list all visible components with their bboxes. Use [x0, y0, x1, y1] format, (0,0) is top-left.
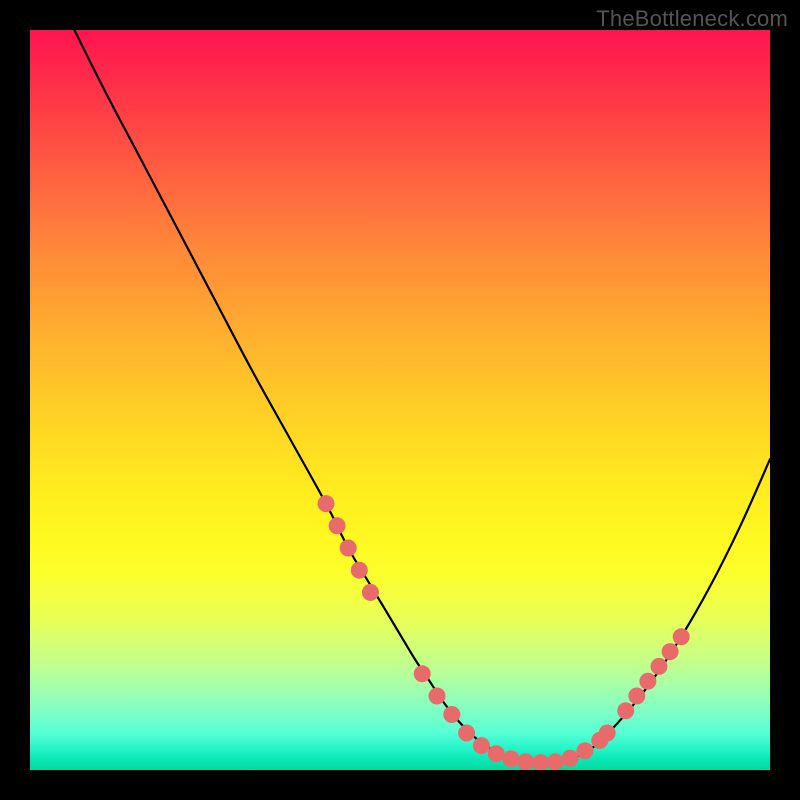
marker-dot [503, 750, 520, 767]
marker-dots [318, 495, 690, 770]
marker-dot [443, 706, 460, 723]
marker-dot [673, 628, 690, 645]
marker-dot [577, 742, 594, 759]
marker-dot [639, 673, 656, 690]
marker-dot [651, 658, 668, 675]
chart-frame: TheBottleneck.com [0, 0, 800, 800]
marker-dot [547, 753, 564, 770]
marker-dot [599, 725, 616, 742]
marker-dot [617, 702, 634, 719]
marker-dot [628, 688, 645, 705]
marker-dot [562, 750, 579, 767]
marker-dot [351, 562, 368, 579]
marker-dot [329, 517, 346, 534]
marker-dot [532, 754, 549, 770]
plot-area [30, 30, 770, 770]
marker-dot [340, 540, 357, 557]
marker-dot [414, 665, 431, 682]
marker-dot [318, 495, 335, 512]
marker-dot [517, 753, 534, 770]
chart-svg [30, 30, 770, 770]
marker-dot [362, 584, 379, 601]
marker-dot [429, 688, 446, 705]
marker-dot [662, 643, 679, 660]
marker-dot [473, 737, 490, 754]
marker-dot [458, 725, 475, 742]
marker-dot [488, 745, 505, 762]
watermark-text: TheBottleneck.com [596, 6, 788, 32]
